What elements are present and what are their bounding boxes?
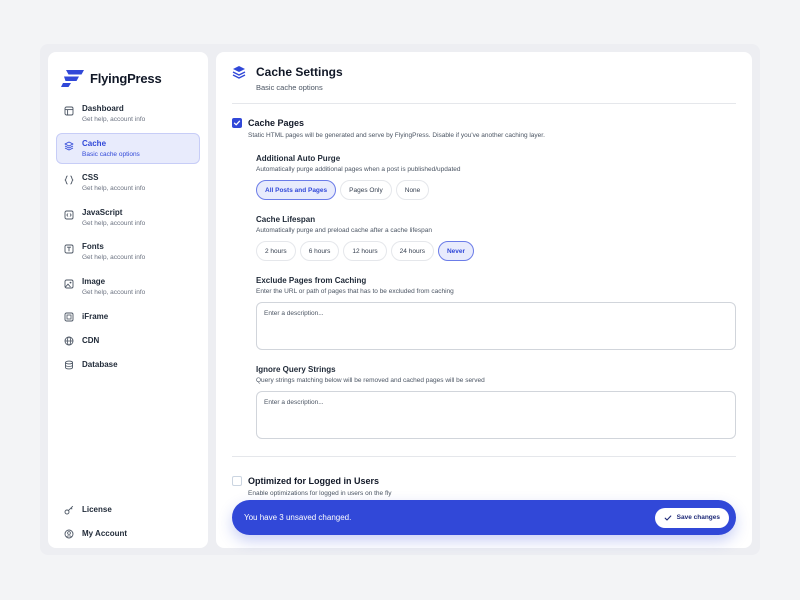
auto-purge-option-pages-only[interactable]: Pages Only — [340, 180, 392, 200]
logged-in-description: Enable optimizations for logged in users… — [248, 490, 392, 497]
sidebar-item-label: Database — [82, 360, 118, 369]
auto-purge-option-none[interactable]: None — [395, 180, 430, 200]
sidebar-item-sublabel: Get help, account info — [82, 288, 146, 296]
logged-in-setting: Optimized for Logged in Users Enable opt… — [232, 475, 391, 497]
sidebar-item-label: Fonts — [82, 242, 104, 251]
lifespan-option-2-hours[interactable]: 2 hours — [256, 241, 296, 261]
brand-name: FlyingPress — [90, 70, 162, 86]
lifespan-option-24-hours[interactable]: 24 hours — [390, 241, 434, 261]
sidebar-item-cdn[interactable]: CDN — [56, 329, 200, 353]
sidebar-item-dashboard[interactable]: Dashboard Get help, account info — [56, 98, 200, 129]
lifespan-option-never[interactable]: Never — [437, 241, 475, 261]
sidebar-item-label: Image — [82, 276, 106, 286]
exclude-pages-textarea[interactable]: Enter a description... — [256, 302, 736, 350]
page-header: Cache Settings Basic cache options — [232, 64, 343, 92]
auto-purge-title: Additional Auto Purge — [256, 154, 341, 163]
font-icon — [64, 244, 74, 254]
iframe-icon — [64, 312, 74, 322]
sidebar-item-fonts[interactable]: Fonts Get help, account info — [56, 236, 200, 267]
auto-purge-option-all-posts-and-pages[interactable]: All Posts and Pages — [256, 180, 337, 200]
main-panel: Cache Settings Basic cache options Cache… — [216, 52, 752, 548]
cache-pages-setting: Cache Pages Static HTML pages will be ge… — [232, 117, 545, 139]
sidebar-item-label: Dashboard — [82, 104, 124, 113]
cache-lifespan-title: Cache Lifespan — [256, 215, 316, 224]
cache-pages-checkbox[interactable] — [232, 118, 242, 128]
logo[interactable]: FlyingPress — [60, 68, 162, 88]
page-subtitle: Basic cache options — [256, 83, 323, 92]
sidebar-item-label: CSS — [82, 173, 99, 182]
lifespan-option-12-hours[interactable]: 12 hours — [343, 241, 387, 261]
lifespan-option-6-hours[interactable]: 6 hours — [299, 241, 340, 261]
auto-purge-options: All Posts and Pages Pages Only None — [256, 180, 736, 200]
ignore-query-title: Ignore Query Strings — [256, 365, 336, 374]
sidebar-item-license[interactable]: License — [56, 498, 200, 522]
dashboard-icon — [64, 106, 74, 116]
layers-icon — [232, 66, 246, 79]
cache-lifespan-options: 2 hours 6 hours 12 hours 24 hours Never — [256, 241, 736, 261]
exclude-pages-section: Exclude Pages from Caching Enter the URL… — [256, 276, 736, 350]
layers-icon — [64, 141, 74, 150]
sidebar-item-sublabel: Get help, account info — [82, 219, 146, 227]
check-icon — [664, 514, 671, 521]
sidebar-item-image[interactable]: Image Get help, account info — [56, 271, 200, 302]
sidebar-item-sublabel: Get help, account info — [82, 254, 146, 261]
auto-purge-section: Additional Auto Purge Automatically purg… — [256, 154, 736, 200]
ignore-query-textarea[interactable]: Enter a description... — [256, 391, 736, 439]
cache-pages-title: Cache Pages — [248, 118, 305, 128]
save-changes-button[interactable]: Save changes — [654, 507, 729, 528]
sidebar-item-sublabel: Get help, account info — [82, 185, 146, 192]
sidebar-item-iframe[interactable]: iFrame — [56, 305, 200, 329]
database-icon — [65, 360, 73, 370]
sidebar-item-cache[interactable]: Cache Basic cache options — [56, 132, 200, 164]
javascript-code-icon — [64, 210, 74, 219]
auto-purge-description: Automatically purge additional pages whe… — [256, 166, 461, 173]
unsaved-changes-toast: You have 3 unsaved changed. Save changes — [232, 500, 736, 535]
cache-lifespan-section: Cache Lifespan Automatically purge and p… — [256, 215, 736, 261]
sidebar-item-label: My Account — [82, 529, 128, 538]
flyingpress-logo-icon — [61, 70, 84, 87]
image-icon — [64, 279, 74, 288]
section-divider — [232, 456, 736, 457]
sidebar-item-sublabel: Get help, account info — [82, 116, 146, 123]
sidebar-item-label: License — [82, 505, 112, 514]
sidebar-item-javascript[interactable]: JavaScript Get help, account info — [56, 202, 200, 233]
header-divider — [232, 103, 736, 104]
key-icon — [64, 505, 74, 515]
sidebar-item-label: CDN — [82, 336, 100, 345]
cache-pages-description: Static HTML pages will be generated and … — [248, 132, 545, 139]
logged-in-checkbox[interactable] — [232, 476, 242, 486]
globe-icon — [64, 336, 74, 346]
sidebar-footer: License My Account — [56, 498, 200, 546]
logged-in-title: Optimized for Logged in Users — [248, 476, 380, 486]
sidebar-item-database[interactable]: Database — [56, 353, 200, 377]
ignore-query-section: Ignore Query Strings Query strings match… — [256, 365, 736, 439]
sidebar-item-label: Cache — [82, 138, 107, 148]
user-icon — [64, 529, 74, 539]
sidebar-item-my-account[interactable]: My Account — [56, 522, 200, 546]
sidebar-item-label: iFrame — [82, 312, 109, 321]
css-braces-icon — [64, 175, 74, 185]
sidebar-item-css[interactable]: CSS Get help, account info — [56, 167, 200, 198]
page-title: Cache Settings — [256, 65, 343, 79]
exclude-pages-description: Enter the URL or path of pages that has … — [256, 288, 454, 295]
save-changes-label: Save changes — [676, 514, 720, 521]
unsaved-changes-message: You have 3 unsaved changed. — [244, 513, 352, 522]
sidebar-item-sublabel: Basic cache options — [82, 150, 140, 158]
sidebar: FlyingPress Dashboard Get help, account … — [48, 52, 208, 548]
cache-lifespan-description: Automatically purge and preload cache af… — [256, 227, 432, 234]
sidebar-nav: Dashboard Get help, account info Cache B… — [56, 98, 200, 377]
ignore-query-description: Query strings matching below will be rem… — [256, 377, 485, 384]
check-icon — [233, 120, 241, 126]
exclude-pages-title: Exclude Pages from Caching — [256, 276, 367, 285]
sidebar-item-label: JavaScript — [82, 207, 123, 217]
